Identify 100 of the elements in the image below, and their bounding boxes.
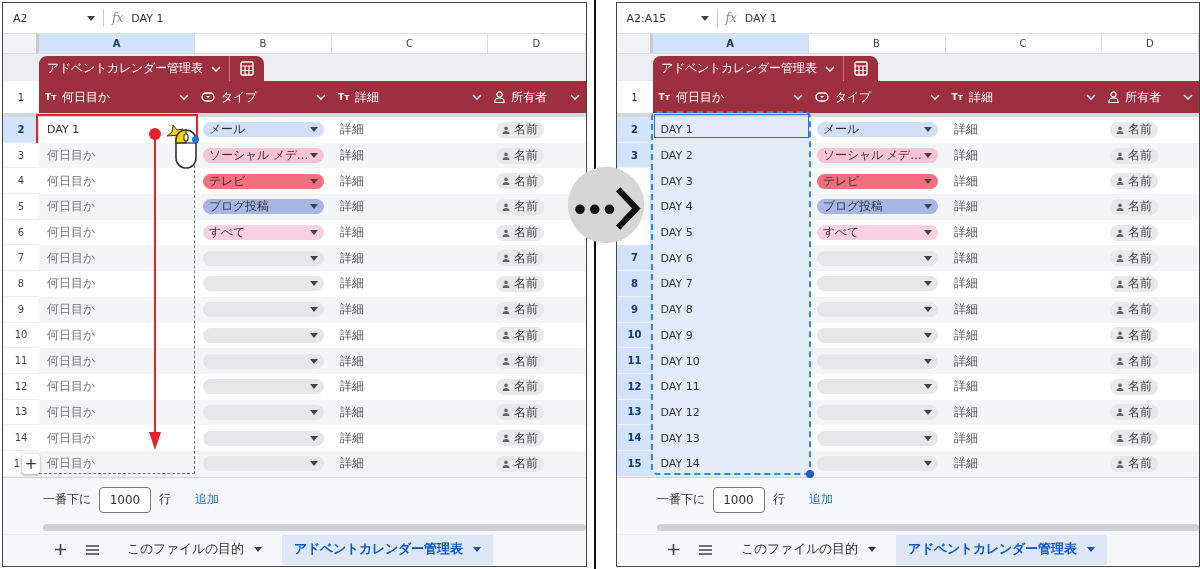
row-number[interactable]: 2 xyxy=(616,117,653,143)
person-chip[interactable]: 名前 xyxy=(1109,301,1158,318)
row-number[interactable]: 15 xyxy=(616,450,653,477)
row-number[interactable]: 3 xyxy=(3,142,39,169)
type-dropdown[interactable]: メール xyxy=(816,122,938,138)
column-header[interactable]: A xyxy=(652,34,809,53)
table-name-tab[interactable]: アドベントカレンダー管理表 xyxy=(39,56,229,81)
type-dropdown[interactable]: すべて xyxy=(203,225,324,241)
row-number[interactable]: 10 xyxy=(616,322,653,349)
row-number[interactable]: 2 xyxy=(3,117,39,143)
row-number[interactable]: 14 xyxy=(616,425,653,451)
type-dropdown[interactable] xyxy=(203,456,324,472)
row-header[interactable] xyxy=(649,219,653,246)
row-number[interactable]: 1 xyxy=(616,81,653,113)
person-chip[interactable]: 名前 xyxy=(496,404,544,421)
person-chip[interactable]: 名前 xyxy=(496,455,544,472)
column-title[interactable]: タイプ xyxy=(195,81,332,113)
type-dropdown[interactable] xyxy=(816,430,938,446)
type-dropdown[interactable]: テレビ xyxy=(203,173,324,189)
row-number[interactable]: 12 xyxy=(616,373,653,400)
type-dropdown[interactable] xyxy=(203,379,324,395)
scrollbar[interactable] xyxy=(43,524,586,532)
row-number[interactable]: 13 xyxy=(616,399,653,426)
row-number[interactable]: 8 xyxy=(616,271,653,297)
fill-handle[interactable] xyxy=(805,470,814,478)
sheet-tab[interactable]: このファイルの目的 xyxy=(728,534,888,565)
type-dropdown[interactable] xyxy=(203,276,324,292)
person-chip[interactable]: 名前 xyxy=(496,275,544,292)
type-dropdown[interactable]: メール xyxy=(203,122,324,138)
name-box[interactable]: A2 xyxy=(3,7,103,29)
person-chip[interactable]: 名前 xyxy=(1109,275,1158,292)
row-number[interactable]: 13 xyxy=(3,399,39,426)
type-dropdown[interactable] xyxy=(203,353,324,369)
person-chip[interactable]: 名前 xyxy=(1109,353,1158,370)
table-name-tab[interactable]: アドベントカレンダー管理表 xyxy=(652,56,843,81)
row-number[interactable]: 1 xyxy=(3,81,39,113)
type-dropdown[interactable]: すべて xyxy=(816,225,938,241)
person-chip[interactable]: 名前 xyxy=(496,301,544,318)
person-chip[interactable]: 名前 xyxy=(1109,378,1158,395)
person-chip[interactable]: 名前 xyxy=(496,198,544,215)
person-chip[interactable]: 名前 xyxy=(496,121,544,138)
column-title[interactable]: Tт 何日目か xyxy=(39,81,195,113)
person-chip[interactable]: 名前 xyxy=(1109,455,1158,472)
person-chip[interactable]: 名前 xyxy=(496,147,544,164)
fill-handle[interactable] xyxy=(192,136,199,143)
person-chip[interactable]: 名前 xyxy=(1109,198,1158,215)
row-header[interactable] xyxy=(649,168,653,195)
column-title[interactable]: Tт 詳細 xyxy=(332,81,488,113)
type-dropdown[interactable]: ブログ投稿 xyxy=(816,199,938,215)
person-chip[interactable]: 名前 xyxy=(1109,173,1158,190)
scrollbar[interactable] xyxy=(656,524,1199,532)
type-dropdown[interactable] xyxy=(203,430,324,446)
add-row-button[interactable]: + xyxy=(22,453,40,474)
column-header[interactable]: B xyxy=(808,34,946,53)
type-dropdown[interactable]: テレビ xyxy=(816,173,938,189)
column-title[interactable]: Tт 詳細 xyxy=(945,81,1102,113)
column-title[interactable]: 所有者 xyxy=(1101,81,1199,113)
type-dropdown[interactable] xyxy=(816,379,938,395)
person-chip[interactable]: 名前 xyxy=(496,173,544,190)
row-number[interactable]: 9 xyxy=(3,296,39,323)
person-chip[interactable]: 名前 xyxy=(496,224,544,241)
person-chip[interactable]: 名前 xyxy=(1109,250,1158,267)
row-count-field[interactable]: 1000 xyxy=(99,486,151,513)
type-dropdown[interactable]: ソーシャル メデ… xyxy=(203,148,324,164)
row-number[interactable]: 5 xyxy=(3,194,39,220)
row-number[interactable]: 3 xyxy=(616,142,653,169)
row-number[interactable]: 11 xyxy=(3,348,39,374)
row-number[interactable]: 7 xyxy=(3,245,39,272)
table-view-button[interactable] xyxy=(229,56,264,81)
column-header[interactable]: C xyxy=(332,34,488,53)
row-count-field[interactable]: 1000 xyxy=(712,486,765,513)
type-dropdown[interactable] xyxy=(816,302,938,318)
column-header[interactable]: C xyxy=(945,34,1102,53)
column-header[interactable]: D xyxy=(1101,34,1199,53)
row-header[interactable] xyxy=(649,194,653,220)
column-title[interactable]: Tт 何日目か xyxy=(652,81,809,113)
person-chip[interactable]: 名前 xyxy=(496,250,544,267)
person-chip[interactable]: 名前 xyxy=(496,430,544,447)
column-title[interactable]: タイプ xyxy=(808,81,946,113)
sheet-tab[interactable]: アドベントカレンダー管理表 xyxy=(895,534,1107,565)
type-dropdown[interactable] xyxy=(816,353,938,369)
sheet-tab[interactable]: このファイルの目的 xyxy=(115,534,274,565)
person-chip[interactable]: 名前 xyxy=(1109,147,1158,164)
type-dropdown[interactable] xyxy=(203,302,324,318)
person-chip[interactable]: 名前 xyxy=(496,353,544,370)
person-chip[interactable]: 名前 xyxy=(1109,121,1158,138)
row-number[interactable]: 9 xyxy=(616,296,653,323)
formula-field[interactable]: DAY 1 xyxy=(744,11,777,25)
formula-field[interactable]: DAY 1 xyxy=(131,11,164,25)
type-dropdown[interactable] xyxy=(203,250,324,266)
type-dropdown[interactable]: ブログ投稿 xyxy=(203,199,324,215)
type-dropdown[interactable] xyxy=(203,404,324,420)
table-view-button[interactable] xyxy=(842,56,878,81)
type-dropdown[interactable] xyxy=(816,250,938,266)
type-dropdown[interactable] xyxy=(203,327,324,343)
column-header[interactable]: B xyxy=(195,34,332,53)
name-box[interactable]: A2:A15 xyxy=(616,7,717,29)
type-dropdown[interactable]: ソーシャル メデ… xyxy=(816,148,938,164)
person-chip[interactable]: 名前 xyxy=(496,327,544,344)
sheet-tab[interactable]: アドベントカレンダー管理表 xyxy=(282,534,493,565)
